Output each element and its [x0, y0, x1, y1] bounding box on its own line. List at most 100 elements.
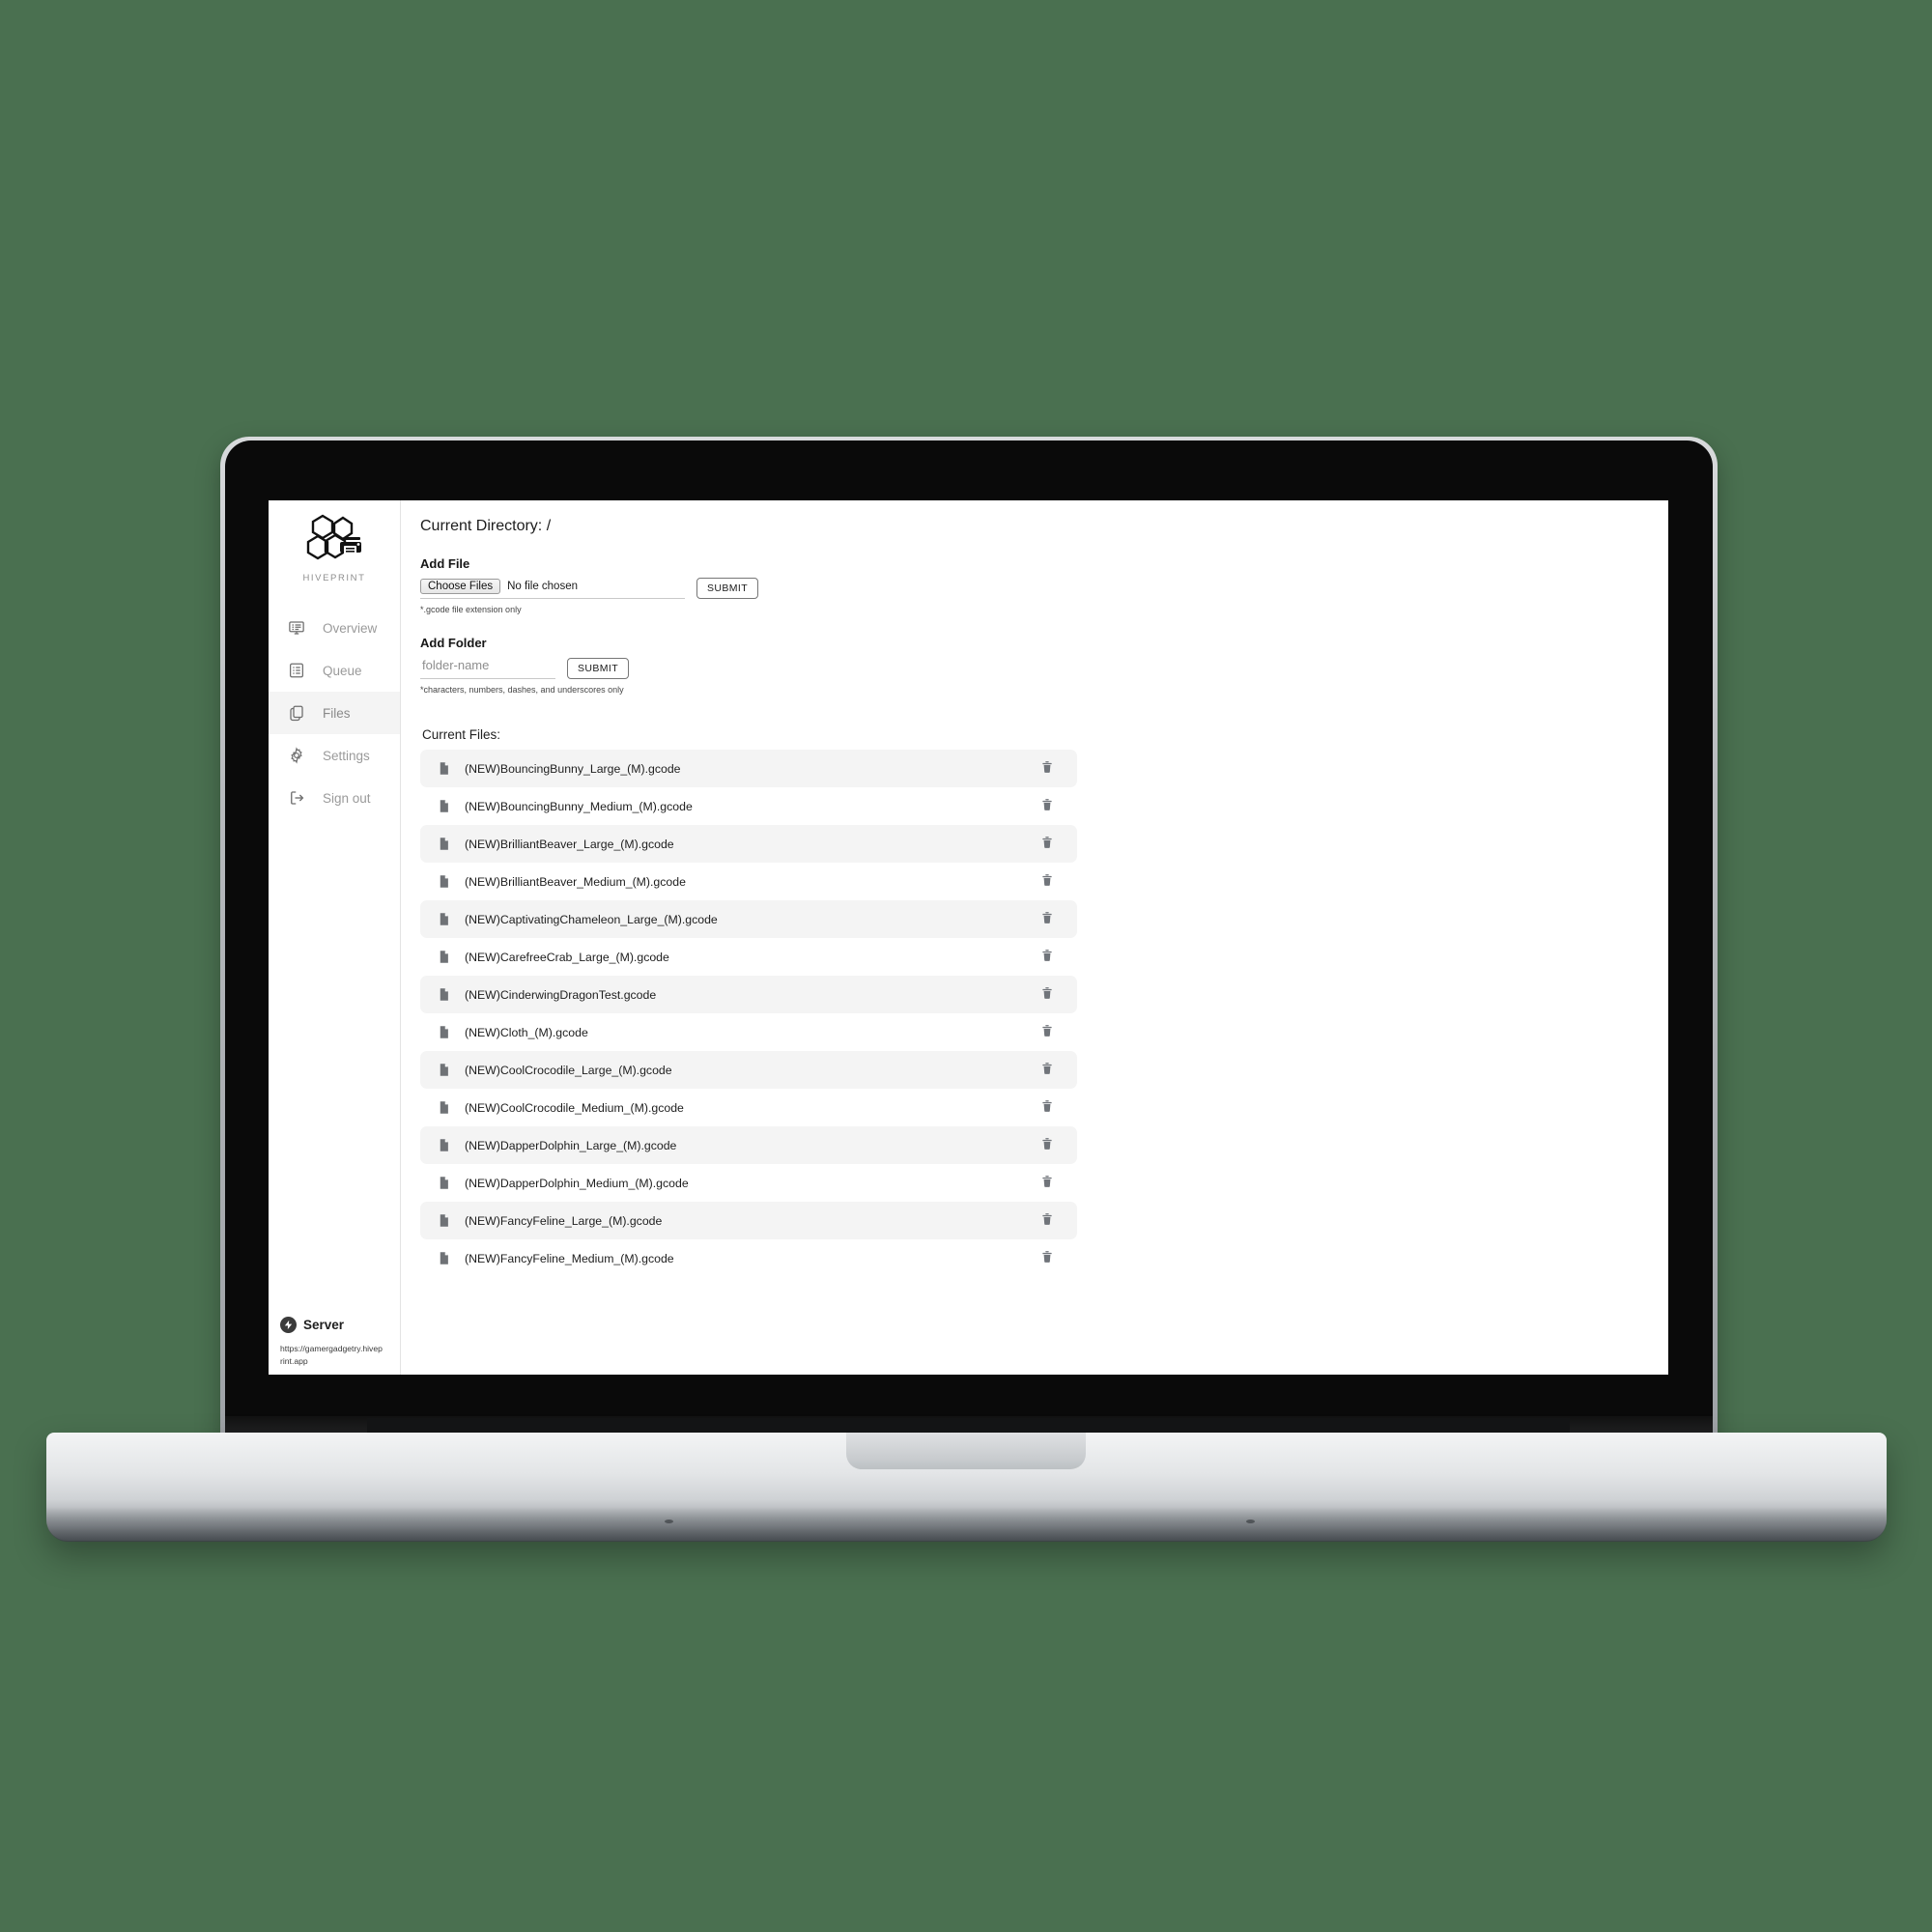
current-files-heading: Current Files: [422, 727, 501, 742]
document-icon [436, 912, 451, 927]
document-icon [436, 1025, 451, 1040]
file-row[interactable]: (NEW)FancyFeline_Medium_(M).gcode [420, 1239, 1077, 1277]
delete-file-button[interactable] [1031, 1054, 1064, 1087]
file-name: (NEW)FancyFeline_Large_(M).gcode [465, 1213, 663, 1228]
delete-file-button[interactable] [1031, 828, 1064, 861]
file-row[interactable]: (NEW)CoolCrocodile_Large_(M).gcode [420, 1051, 1077, 1089]
file-row[interactable]: (NEW)CoolCrocodile_Medium_(M).gcode [420, 1089, 1077, 1126]
file-name: (NEW)DapperDolphin_Medium_(M).gcode [465, 1176, 689, 1190]
folder-name-field-wrap [420, 657, 559, 679]
file-name: (NEW)CoolCrocodile_Large_(M).gcode [465, 1063, 672, 1077]
delete-file-button[interactable] [1031, 1242, 1064, 1275]
delete-file-button[interactable] [1031, 753, 1064, 785]
file-row[interactable]: (NEW)CaptivatingChameleon_Large_(M).gcod… [420, 900, 1077, 938]
add-file-submit-button[interactable]: SUBMIT [696, 578, 759, 599]
document-icon [436, 950, 451, 965]
file-row[interactable]: (NEW)BouncingBunny_Medium_(M).gcode [420, 787, 1077, 825]
overview-monitor-icon [287, 619, 305, 638]
file-row[interactable]: (NEW)BrilliantBeaver_Medium_(M).gcode [420, 863, 1077, 900]
add-file-form: Choose Files No file chosen SUBMIT [420, 578, 1668, 599]
file-row[interactable]: (NEW)CinderwingDragonTest.gcode [420, 976, 1077, 1013]
delete-file-button[interactable] [1031, 866, 1064, 898]
sidebar-item-label: Queue [323, 663, 362, 678]
sidebar-item-label: Sign out [323, 790, 371, 806]
delete-file-button[interactable] [1031, 903, 1064, 936]
file-name: (NEW)CaptivatingChameleon_Large_(M).gcod… [465, 912, 718, 926]
trash-icon [1040, 948, 1054, 966]
sidebar-item-files[interactable]: Files [269, 692, 400, 734]
file-name: (NEW)BouncingBunny_Medium_(M).gcode [465, 799, 693, 813]
no-file-chosen-label: No file chosen [507, 581, 578, 592]
add-folder-heading: Add Folder [420, 636, 487, 650]
file-name: (NEW)CarefreeCrab_Large_(M).gcode [465, 950, 669, 964]
file-row[interactable]: (NEW)DapperDolphin_Large_(M).gcode [420, 1126, 1077, 1164]
file-name: (NEW)FancyFeline_Medium_(M).gcode [465, 1251, 674, 1265]
folder-name-input[interactable] [420, 657, 559, 673]
trash-icon [1040, 797, 1054, 815]
trash-icon [1040, 1023, 1054, 1041]
delete-file-button[interactable] [1031, 1129, 1064, 1162]
trash-icon [1040, 835, 1054, 853]
server-row: Server [280, 1317, 400, 1334]
document-icon [436, 1138, 451, 1153]
file-name: (NEW)DapperDolphin_Large_(M).gcode [465, 1138, 677, 1152]
brand-block: HIVEPRINT [269, 500, 400, 589]
delete-file-button[interactable] [1031, 1205, 1064, 1237]
file-name: (NEW)CoolCrocodile_Medium_(M).gcode [465, 1100, 684, 1115]
add-folder-hint: *characters, numbers, dashes, and unders… [420, 685, 624, 695]
choose-files-button[interactable]: Choose Files [420, 579, 501, 594]
file-row[interactable]: (NEW)Cloth_(M).gcode [420, 1013, 1077, 1051]
file-row[interactable]: (NEW)DapperDolphin_Medium_(M).gcode [420, 1164, 1077, 1202]
sidebar-item-queue[interactable]: Queue [269, 649, 400, 692]
document-icon [436, 1176, 451, 1191]
file-row[interactable]: (NEW)CarefreeCrab_Large_(M).gcode [420, 938, 1077, 976]
file-row[interactable]: (NEW)BrilliantBeaver_Large_(M).gcode [420, 825, 1077, 863]
file-name: (NEW)Cloth_(M).gcode [465, 1025, 588, 1039]
server-bolt-icon [280, 1317, 297, 1334]
delete-file-button[interactable] [1031, 1092, 1064, 1124]
server-url: https://gamergadgetry.hiveprint.app [280, 1344, 383, 1366]
add-file-section: Add File Choose Files No file chosen SUB… [420, 556, 1668, 614]
file-row[interactable]: (NEW)BouncingBunny_Large_(M).gcode [420, 750, 1077, 787]
trash-icon [1040, 1061, 1054, 1079]
file-list: (NEW)BouncingBunny_Large_(M).gcode (NEW)B… [420, 750, 1077, 1277]
delete-file-button[interactable] [1031, 941, 1064, 974]
trash-icon [1040, 1211, 1054, 1230]
server-title: Server [303, 1318, 345, 1333]
document-icon [436, 1251, 451, 1266]
sidebar-nav: Overview Queue Files Settings Sign out [269, 607, 400, 819]
main-content: Current Directory: / Add File Choose Fil… [401, 500, 1668, 1375]
sidebar-item-label: Files [323, 705, 351, 721]
document-icon [436, 761, 451, 777]
document-icon [436, 1063, 451, 1078]
server-block: Server https://gamergadgetry.hiveprint.a… [269, 1317, 400, 1367]
document-icon [436, 837, 451, 852]
trash-icon [1040, 759, 1054, 778]
delete-file-button[interactable] [1031, 790, 1064, 823]
sidebar: HIVEPRINT Overview Queue Files Settings … [269, 500, 401, 1375]
file-row[interactable]: (NEW)FancyFeline_Large_(M).gcode [420, 1202, 1077, 1239]
file-name: (NEW)BouncingBunny_Large_(M).gcode [465, 761, 681, 776]
file-picker[interactable]: Choose Files No file chosen [420, 579, 685, 599]
sidebar-item-settings[interactable]: Settings [269, 734, 400, 777]
add-file-heading: Add File [420, 556, 470, 571]
file-name: (NEW)CinderwingDragonTest.gcode [465, 987, 657, 1002]
trash-icon [1040, 1098, 1054, 1117]
sidebar-item-sign-out[interactable]: Sign out [269, 777, 400, 819]
document-icon [436, 799, 451, 814]
file-name: (NEW)BrilliantBeaver_Medium_(M).gcode [465, 874, 686, 889]
document-icon [436, 1213, 451, 1229]
delete-file-button[interactable] [1031, 1167, 1064, 1200]
sidebar-item-overview[interactable]: Overview [269, 607, 400, 649]
add-folder-submit-button[interactable]: SUBMIT [567, 658, 630, 679]
add-folder-form: SUBMIT [420, 657, 1668, 679]
delete-file-button[interactable] [1031, 1016, 1064, 1049]
trash-icon [1040, 1249, 1054, 1267]
laptop-base-shading [46, 1507, 1887, 1542]
laptop-mockup: HIVEPRINT Overview Queue Files Settings … [0, 0, 1932, 1932]
file-name: (NEW)BrilliantBeaver_Large_(M).gcode [465, 837, 674, 851]
delete-file-button[interactable] [1031, 979, 1064, 1011]
laptop-foot [665, 1520, 673, 1523]
gear-icon [287, 747, 305, 765]
queue-list-icon [287, 662, 305, 680]
